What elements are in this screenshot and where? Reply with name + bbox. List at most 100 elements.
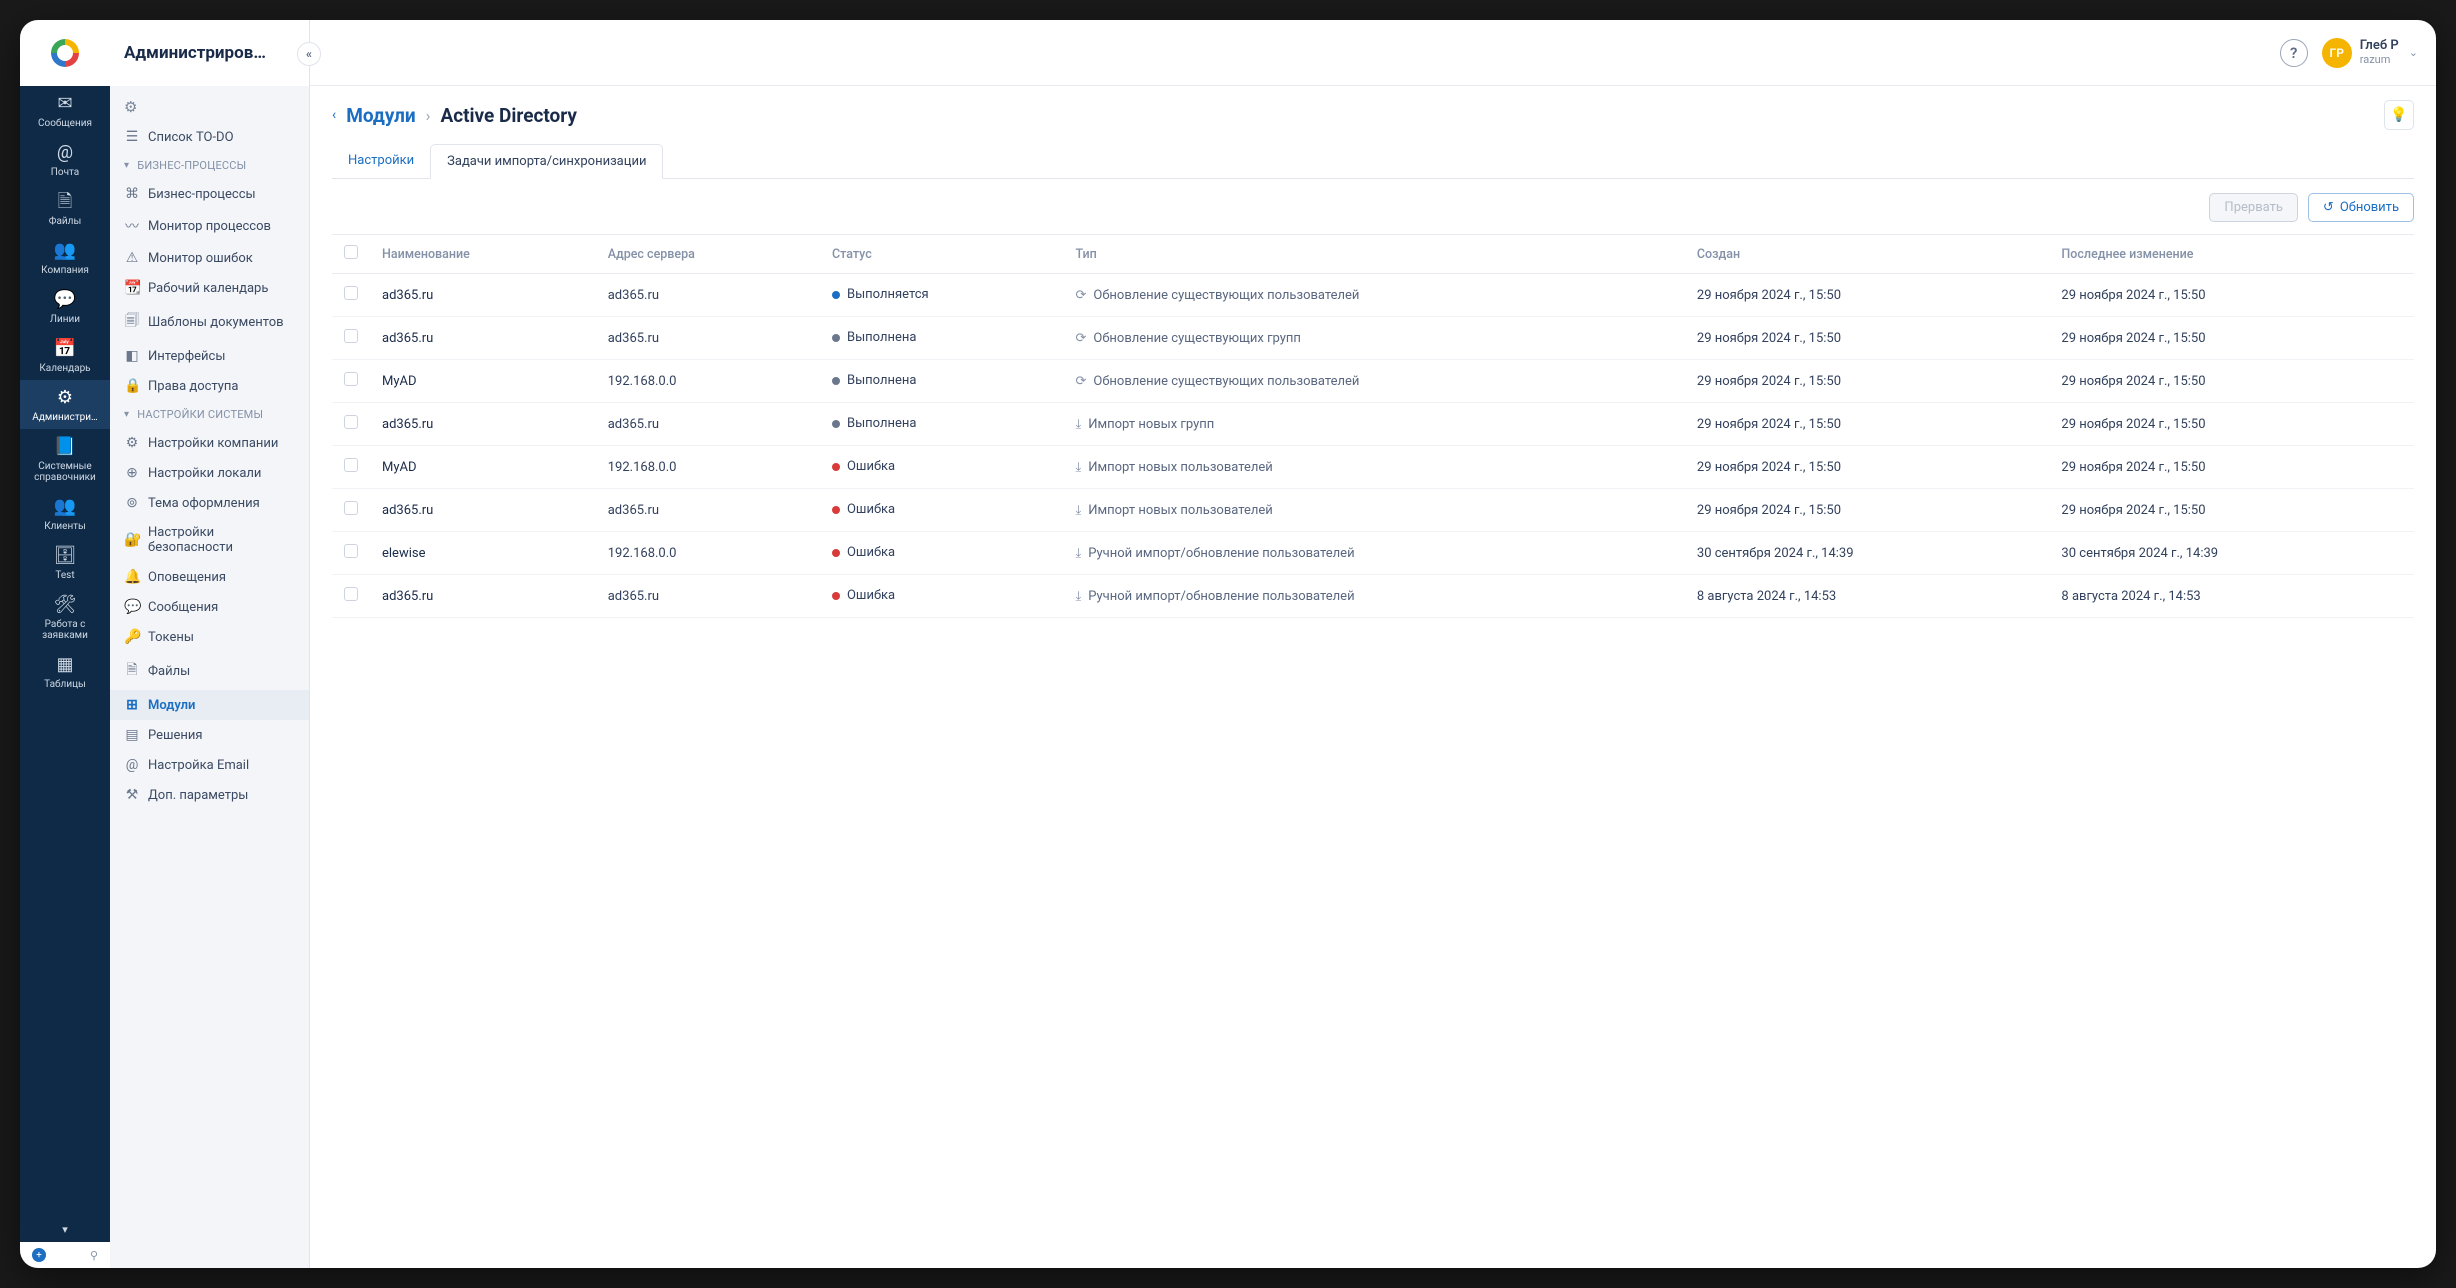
- type-icon: ⤓: [1075, 503, 1081, 518]
- tree-item-label: Настройки компании: [148, 436, 278, 451]
- tree-item[interactable]: 🗎Файлы: [110, 652, 309, 690]
- tree-item[interactable]: 💬Сообщения: [110, 592, 309, 622]
- user-menu[interactable]: ГР Глеб Р razum ⌄: [2322, 38, 2418, 68]
- refresh-button[interactable]: ↺ Обновить: [2308, 193, 2414, 222]
- tree-item-icon: 🔐: [124, 532, 140, 548]
- col-server[interactable]: Адрес сервера: [596, 235, 820, 274]
- type-icon: ⟳: [1075, 374, 1086, 389]
- tree-item-icon: ⚒: [124, 787, 140, 803]
- tab-import-tasks[interactable]: Задачи импорта/синхронизации: [430, 144, 663, 179]
- col-type[interactable]: Тип: [1063, 235, 1684, 274]
- tree-item[interactable]: ⊚Тема оформления: [110, 488, 309, 518]
- breadcrumb-modules[interactable]: Модули: [346, 104, 415, 127]
- settings-footer-icon[interactable]: ⚲: [90, 1249, 98, 1262]
- tree-item[interactable]: 🔐 Настройки безопасности: [110, 518, 309, 562]
- tree-item[interactable]: ⚙Настройки компании: [110, 428, 309, 458]
- rail-item[interactable]: ⚙Администри…: [20, 380, 110, 429]
- table-row[interactable]: ad365.ruad365.ruВыполнена⟳Обновление сущ…: [332, 317, 2414, 360]
- tree-item[interactable]: ⊕Настройки локали: [110, 458, 309, 488]
- tree-item[interactable]: ⌘Бизнес-процессы: [110, 179, 309, 209]
- tree-item-icon: 🔔: [124, 569, 140, 585]
- type-icon: ⟳: [1075, 288, 1086, 303]
- row-checkbox[interactable]: [344, 544, 358, 558]
- tree-item-label: Токены: [148, 630, 194, 645]
- main: ? ГР Глеб Р razum ⌄ ‹ Модули › Active Di…: [310, 20, 2436, 1268]
- col-status[interactable]: Статус: [820, 235, 1063, 274]
- col-modified[interactable]: Последнее изменение: [2049, 235, 2414, 274]
- chevron-down-icon: ▾: [124, 160, 129, 171]
- tree-item[interactable]: ⊞Модули: [110, 690, 309, 720]
- rail-item[interactable]: 📘Системные справочники: [20, 429, 110, 489]
- row-checkbox[interactable]: [344, 501, 358, 515]
- tree-todo[interactable]: ☰ Список TO-DO: [110, 122, 309, 152]
- tree-item[interactable]: ⚠Монитор ошибок: [110, 243, 309, 273]
- col-name[interactable]: Наименование: [370, 235, 596, 274]
- cell-name: ad365.ru: [370, 403, 596, 446]
- help-button[interactable]: ?: [2280, 39, 2308, 67]
- tree-item[interactable]: ◧Интерфейсы: [110, 341, 309, 371]
- tree-item[interactable]: ⚒ Доп. параметры: [110, 780, 309, 810]
- abort-button[interactable]: Прервать: [2209, 193, 2297, 222]
- tree-item[interactable]: @Настройка Email: [110, 750, 309, 780]
- rail-label: Компания: [41, 265, 89, 276]
- tree-item-icon: 🗐: [124, 310, 140, 334]
- chevron-down-icon: ▾: [124, 409, 129, 420]
- col-created[interactable]: Создан: [1685, 235, 2050, 274]
- rail-item[interactable]: ▦Таблицы: [20, 647, 110, 696]
- type-icon: ⤓: [1075, 460, 1081, 475]
- tree-item[interactable]: 📆Рабочий календарь: [110, 273, 309, 303]
- tree-item-icon: ⊞: [124, 697, 140, 713]
- table-row[interactable]: ad365.ruad365.ruОшибка⤓Ручной импорт/обн…: [332, 575, 2414, 618]
- rail-item[interactable]: 🗎Файлы: [20, 184, 110, 233]
- status-dot-icon: [832, 377, 840, 385]
- rail-item[interactable]: ✉Сообщения: [20, 86, 110, 135]
- select-all-checkbox[interactable]: [344, 245, 358, 259]
- tree-item[interactable]: 〰Монитор процессов: [110, 209, 309, 243]
- rail-item[interactable]: 📅Календарь: [20, 331, 110, 380]
- tree-section-bp[interactable]: ▾ БИЗНЕС-ПРОЦЕССЫ: [110, 152, 309, 179]
- rail-icon: 👥: [54, 497, 76, 517]
- gear-icon[interactable]: ⚙: [110, 92, 309, 122]
- rail-item[interactable]: 👥Клиенты: [20, 489, 110, 538]
- add-icon[interactable]: +: [32, 1248, 46, 1262]
- tree-item[interactable]: 🔑Токены: [110, 622, 309, 652]
- row-checkbox[interactable]: [344, 587, 358, 601]
- tree-item-label: Доп. параметры: [148, 788, 248, 803]
- tree-item[interactable]: 🗐Шаблоны документов: [110, 303, 309, 341]
- cell-modified: 30 сентября 2024 г., 14:39: [2049, 532, 2414, 575]
- row-checkbox[interactable]: [344, 286, 358, 300]
- rail-label: Линии: [50, 314, 80, 325]
- rail-item[interactable]: @Почта: [20, 135, 110, 184]
- tree-item-icon: ⌘: [124, 186, 140, 202]
- row-checkbox[interactable]: [344, 329, 358, 343]
- row-checkbox[interactable]: [344, 458, 358, 472]
- tree-item[interactable]: 🔔Оповещения: [110, 562, 309, 592]
- back-button[interactable]: ‹: [332, 107, 336, 123]
- table-row[interactable]: ad365.ruad365.ruВыполнена⤓Импорт новых г…: [332, 403, 2414, 446]
- table-row[interactable]: MyAD192.168.0.0Ошибка⤓Импорт новых польз…: [332, 446, 2414, 489]
- rail-item[interactable]: 🗄Test: [20, 538, 110, 587]
- hint-button[interactable]: 💡: [2384, 100, 2414, 130]
- tree-item-label: Решения: [148, 728, 203, 743]
- rail-item[interactable]: 🛠Работа с заявками: [20, 587, 110, 647]
- tree-item[interactable]: ▤Решения: [110, 720, 309, 750]
- rail-item[interactable]: 👥Компания: [20, 233, 110, 282]
- type-icon: ⤓: [1075, 546, 1081, 561]
- tab-settings[interactable]: Настройки: [332, 144, 430, 178]
- row-checkbox[interactable]: [344, 372, 358, 386]
- rail-item[interactable]: 💬 Линии: [20, 282, 110, 331]
- table-row[interactable]: ad365.ruad365.ruВыполняется⟳Обновление с…: [332, 274, 2414, 317]
- table-row[interactable]: MyAD192.168.0.0Выполнена⟳Обновление суще…: [332, 360, 2414, 403]
- row-checkbox[interactable]: [344, 415, 358, 429]
- tree-item[interactable]: 🔒Права доступа: [110, 371, 309, 401]
- cell-server: 192.168.0.0: [596, 360, 820, 403]
- rail-more[interactable]: ▾: [20, 1217, 110, 1242]
- table-row[interactable]: ad365.ruad365.ruОшибка⤓Импорт новых поль…: [332, 489, 2414, 532]
- rail-label: Файлы: [49, 216, 81, 227]
- tree-item-label: Настройки безопасности: [148, 525, 295, 555]
- rail-icon: 💬: [54, 290, 76, 310]
- collapse-tree-button[interactable]: «: [297, 42, 321, 66]
- status-dot-icon: [832, 506, 840, 514]
- tree-section-sys[interactable]: ▾ НАСТРОЙКИ СИСТЕМЫ: [110, 401, 309, 428]
- table-row[interactable]: elewise192.168.0.0Ошибка⤓Ручной импорт/о…: [332, 532, 2414, 575]
